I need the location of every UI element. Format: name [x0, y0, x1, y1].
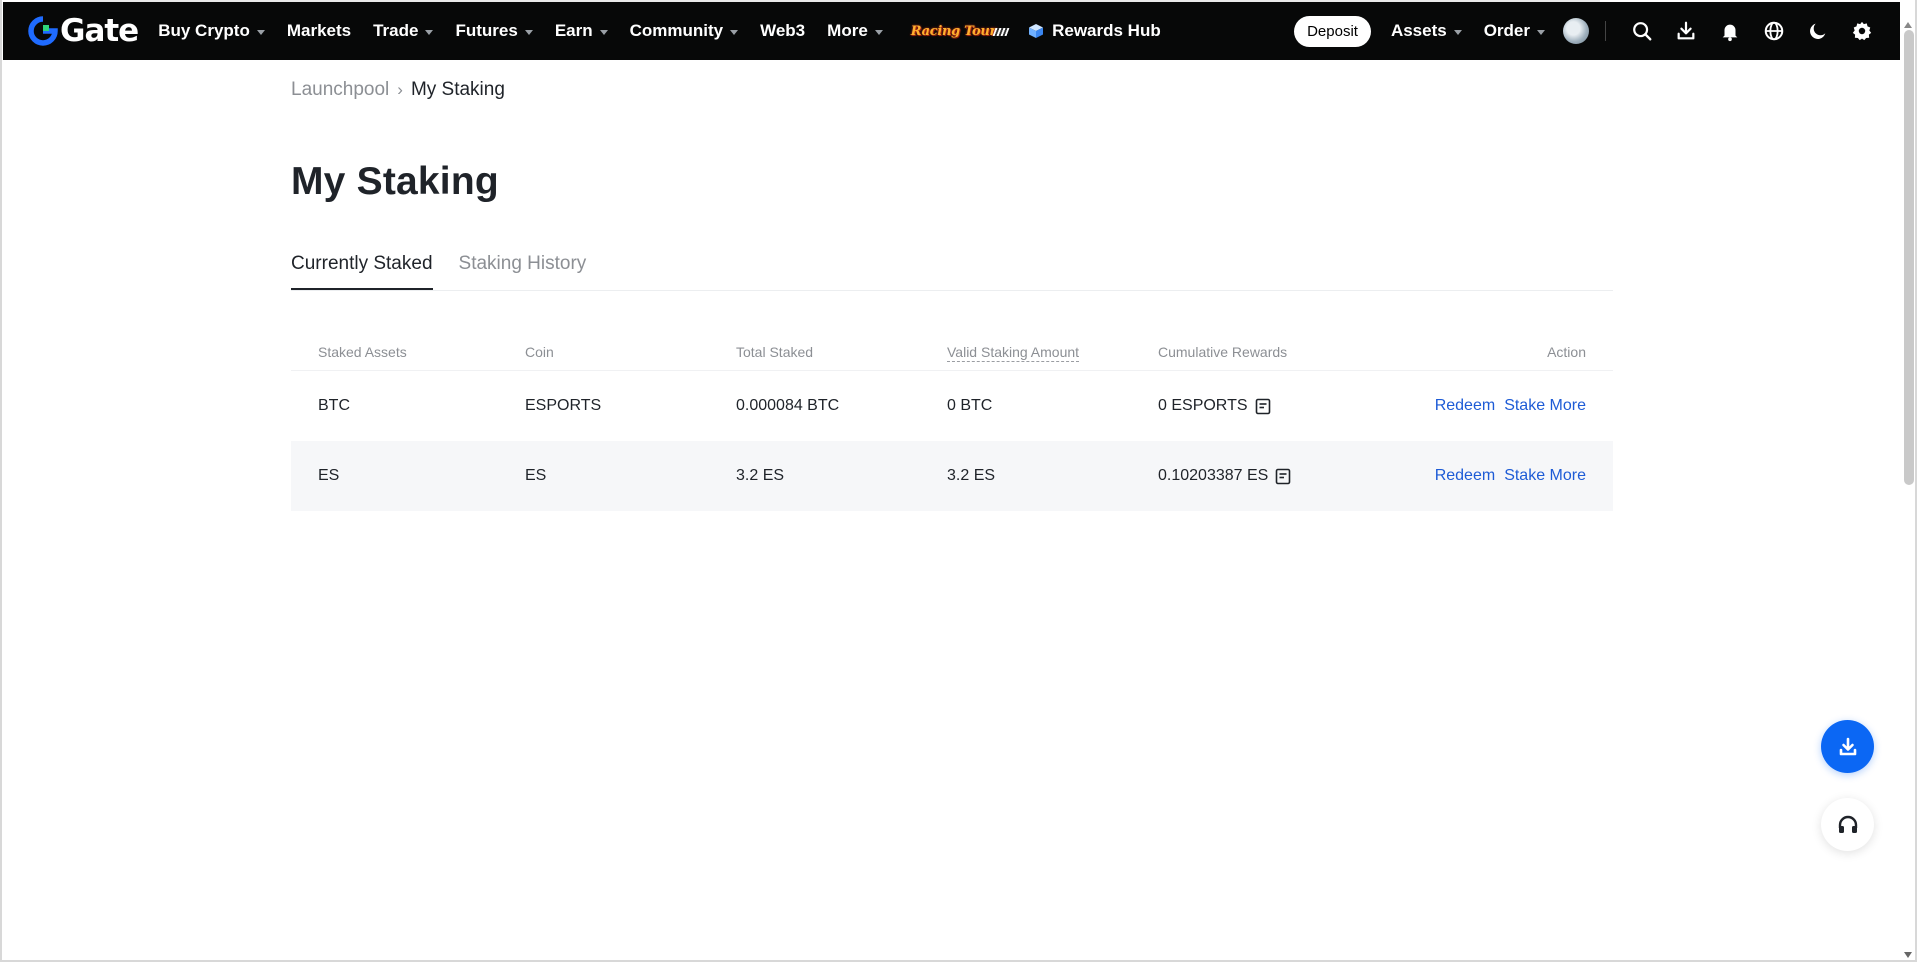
- top-nav: Gate Buy Crypto Markets Trade Futures Ea…: [3, 2, 1900, 60]
- nav-web3-label: Web3: [760, 21, 806, 40]
- floating-download-button[interactable]: [1821, 720, 1874, 773]
- download-icon: [1839, 737, 1856, 755]
- cell-cumulative-rewards: 0.10203387 ES: [1158, 467, 1369, 485]
- cumulative-rewards-value: 0.10203387 ES: [1158, 467, 1269, 484]
- search-icon: [1633, 22, 1652, 41]
- nav-markets-label: Markets: [286, 21, 352, 40]
- notifications-button[interactable]: [1718, 19, 1742, 43]
- nav-right-group: Deposit Assets Order: [1294, 2, 1900, 60]
- nav-trade[interactable]: Trade: [373, 21, 434, 41]
- search-button[interactable]: [1630, 19, 1654, 43]
- cell-valid-staking-amount: 3.2 ES: [947, 467, 996, 484]
- moon-icon: [1810, 23, 1826, 39]
- nav-buy-crypto-label: Buy Crypto: [158, 21, 250, 40]
- breadcrumb: Launchpool › My Staking: [291, 79, 505, 101]
- stake-more-button[interactable]: Stake More: [1504, 397, 1586, 415]
- nav-order[interactable]: Order: [1484, 21, 1545, 41]
- cell-coin: ESPORTS: [525, 397, 602, 414]
- avatar[interactable]: [1563, 18, 1589, 44]
- nav-rewards-hub[interactable]: Rewards Hub: [1028, 21, 1161, 41]
- cell-total-staked: 0.000084 BTC: [736, 397, 840, 414]
- scrollbar-thumb[interactable]: [1904, 30, 1914, 485]
- nav-buy-crypto[interactable]: Buy Crypto: [158, 21, 265, 41]
- theme-toggle-button[interactable]: [1806, 19, 1830, 43]
- header-staked-assets: Staked Assets: [318, 343, 407, 360]
- header-action: Action: [1547, 343, 1586, 360]
- chevron-down-icon: [1453, 29, 1462, 35]
- rewards-detail-icon[interactable]: [1255, 398, 1271, 415]
- nav-more-label: More: [827, 21, 868, 40]
- tab-currently-staked[interactable]: Currently Staked: [291, 253, 433, 290]
- chevron-down-icon: [1537, 29, 1545, 35]
- header-total-staked: Total Staked: [736, 343, 814, 360]
- nav-trade-label: Trade: [373, 21, 419, 40]
- nav-earn[interactable]: Earn: [555, 21, 608, 41]
- nav-community[interactable]: Community: [630, 21, 739, 41]
- chevron-down-icon: [524, 29, 533, 35]
- header-cumulative-rewards: Cumulative Rewards: [1158, 343, 1288, 360]
- chevron-down-icon: [874, 29, 883, 35]
- bell-icon: [1722, 24, 1738, 42]
- cell-actions: Redeem Stake More: [1369, 397, 1613, 415]
- download-app-button[interactable]: [1674, 19, 1698, 43]
- nav-futures[interactable]: Futures: [455, 21, 533, 41]
- scroll-up-arrow[interactable]: [1904, 22, 1912, 28]
- gear-icon: [1852, 21, 1872, 41]
- cell-staked-asset: BTC: [318, 397, 350, 414]
- chevron-down-icon: [730, 29, 739, 35]
- breadcrumb-launchpool-link[interactable]: Launchpool: [291, 79, 389, 101]
- headset-icon: [1838, 815, 1857, 833]
- floating-support-button[interactable]: [1821, 798, 1874, 851]
- nav-community-label: Community: [629, 21, 724, 40]
- download-icon: [1677, 21, 1695, 40]
- table-row: BTC ESPORTS 0.000084 BTC 0 BTC 0 ESPORTS…: [291, 371, 1613, 441]
- redeem-button[interactable]: Redeem: [1435, 467, 1495, 485]
- chevron-down-icon: [256, 29, 265, 35]
- settings-button[interactable]: [1850, 19, 1874, 43]
- nav-web3[interactable]: Web3: [760, 21, 805, 41]
- chevron-down-icon: [425, 29, 434, 35]
- logo-text: Gate: [60, 13, 139, 49]
- staking-tabs: Currently Staked Staking History: [291, 253, 1613, 291]
- nav-divider: [1605, 21, 1606, 41]
- header-valid-staking-amount[interactable]: Valid Staking Amount: [947, 343, 1158, 362]
- cell-total-staked: 3.2 ES: [736, 467, 785, 484]
- nav-order-label: Order: [1483, 21, 1530, 40]
- gate-logo[interactable]: Gate: [28, 13, 139, 49]
- cell-cumulative-rewards: 0 ESPORTS: [1158, 397, 1369, 415]
- scroll-down-arrow[interactable]: [1904, 952, 1912, 958]
- rewards-detail-icon[interactable]: [1275, 468, 1291, 485]
- table-row: ES ES 3.2 ES 3.2 ES 0.10203387 ES Redeem…: [291, 441, 1613, 511]
- cube-icon: [1029, 24, 1044, 38]
- stake-more-button[interactable]: Stake More: [1504, 467, 1586, 485]
- nav-assets[interactable]: Assets: [1391, 21, 1462, 41]
- nav-more[interactable]: More: [827, 21, 883, 41]
- nav-earn-label: Earn: [554, 21, 593, 40]
- chevron-right-icon: ›: [397, 80, 403, 99]
- racing-tour-promo[interactable]: Racing Tour: [905, 22, 1002, 41]
- cell-coin: ES: [525, 467, 547, 484]
- cell-actions: Redeem Stake More: [1369, 467, 1613, 485]
- language-button[interactable]: [1762, 19, 1786, 43]
- globe-icon: [1764, 21, 1784, 41]
- valid-staking-amount-tooltip-label[interactable]: Valid Staking Amount: [947, 343, 1080, 362]
- staking-table: Staked Assets Coin Total Staked Valid St…: [291, 333, 1613, 511]
- nav-assets-label: Assets: [1390, 21, 1447, 40]
- breadcrumb-current: My Staking: [410, 79, 505, 100]
- nav-markets[interactable]: Markets: [287, 21, 351, 41]
- tab-staking-history[interactable]: Staking History: [459, 253, 587, 290]
- gate-logo-icon: [28, 16, 58, 46]
- redeem-button[interactable]: Redeem: [1435, 397, 1495, 415]
- chevron-down-icon: [599, 29, 608, 35]
- cell-valid-staking-amount: 0 BTC: [947, 397, 993, 414]
- rewards-hub-label: Rewards Hub: [1052, 21, 1161, 40]
- header-coin: Coin: [525, 343, 554, 360]
- nav-futures-label: Futures: [455, 21, 518, 40]
- cumulative-rewards-value: 0 ESPORTS: [1158, 397, 1248, 414]
- cell-staked-asset: ES: [318, 467, 340, 484]
- page-title: My Staking: [291, 160, 499, 203]
- table-header: Staked Assets Coin Total Staked Valid St…: [291, 333, 1613, 371]
- deposit-button[interactable]: Deposit: [1294, 15, 1371, 47]
